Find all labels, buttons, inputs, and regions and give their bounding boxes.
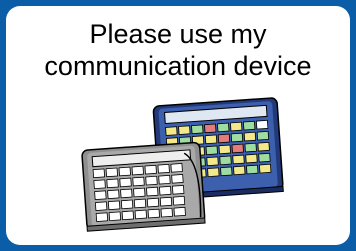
- symbol-card: Please use my communication device: [6, 6, 350, 245]
- communication-devices-icon: [81, 97, 284, 232]
- grey-device-icon: [81, 141, 206, 232]
